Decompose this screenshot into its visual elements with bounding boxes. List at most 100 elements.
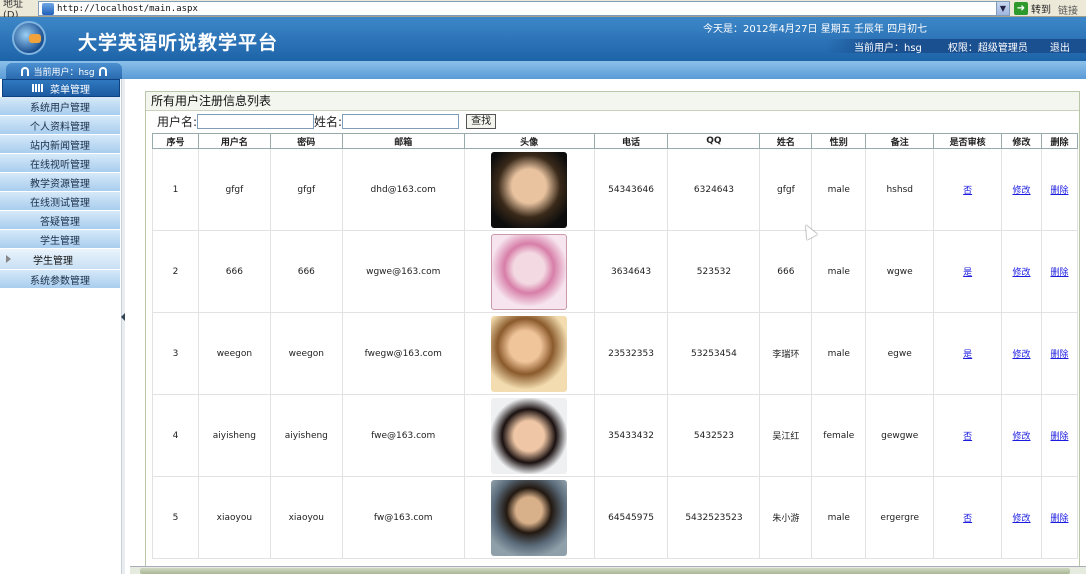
site-logo — [12, 21, 46, 55]
delete-link[interactable]: 删除 — [1050, 350, 1068, 360]
cell-edit: 修改 — [1001, 394, 1042, 477]
sidebar-item-profile[interactable]: 个人资料管理 — [0, 116, 120, 135]
cell-note: gewgwe — [865, 394, 935, 477]
cell-username: xiaoyou — [197, 476, 271, 559]
audit-link[interactable]: 否 — [963, 514, 972, 524]
cell-no: 3 — [152, 312, 199, 395]
sidebar-item-audio-video[interactable]: 在线视听管理 — [0, 154, 120, 173]
site-header: 大学英语听说教学平台 今天是：2012年4月27日 星期五 壬辰年 四月初七 当… — [0, 17, 1086, 61]
search-bar: 用户名: 姓名: 查找 — [146, 111, 1079, 132]
delete-link[interactable]: 删除 — [1050, 432, 1068, 442]
cell-edit: 修改 — [1001, 312, 1042, 395]
column-header: QQ — [667, 133, 761, 149]
go-button[interactable]: ➜ 转到 — [1014, 1, 1054, 16]
cell-note: ergergre — [865, 476, 935, 559]
cell-email: wgwe@163.com — [341, 230, 465, 313]
links-button[interactable]: 链接 — [1058, 2, 1078, 17]
menu-title[interactable]: 菜单管理 — [2, 79, 120, 97]
column-header: 是否审核 — [933, 133, 1003, 149]
address-bar: 地址(D) http://localhost/main.aspx ▼ ➜ 转到 … — [0, 0, 1086, 21]
username-label: 用户名: — [157, 115, 198, 129]
table-row: 1 gfgf gfgf dhd@163.com 54343646 6324643… — [152, 148, 1079, 231]
column-header: 电话 — [593, 133, 669, 149]
sidebar-item-students[interactable]: 学生管理 — [0, 230, 120, 249]
cell-avatar — [463, 312, 595, 395]
cell-phone: 35433432 — [593, 394, 669, 477]
edit-link[interactable]: 修改 — [1013, 350, 1031, 360]
cell-delete: 删除 — [1040, 148, 1079, 231]
cell-name: 李瑞环 — [759, 312, 813, 395]
delete-link[interactable]: 删除 — [1050, 268, 1068, 278]
cell-edit: 修改 — [1001, 148, 1042, 231]
cell-avatar — [463, 394, 595, 477]
edit-link[interactable]: 修改 — [1013, 268, 1031, 278]
cell-avatar — [463, 230, 595, 313]
edit-link[interactable]: 修改 — [1013, 514, 1031, 524]
edit-link[interactable]: 修改 — [1013, 186, 1031, 196]
cell-password: xiaoyou — [269, 476, 343, 559]
cell-delete: 删除 — [1040, 230, 1079, 313]
sidebar-item-system-users[interactable]: 系统用户管理 — [0, 97, 120, 116]
chevron-right-icon — [6, 255, 11, 263]
scrollbar-thumb[interactable] — [140, 568, 1070, 574]
sidebar-item-online-test[interactable]: 在线测试管理 — [0, 192, 120, 211]
cell-email: fwegw@163.com — [341, 312, 465, 395]
cell-email: fw@163.com — [341, 476, 465, 559]
address-input[interactable]: http://localhost/main.aspx ▼ — [38, 1, 1010, 16]
cell-avatar — [463, 148, 595, 231]
audit-link[interactable]: 是 — [963, 350, 972, 360]
date-text: 今天是：2012年4月27日 星期五 壬辰年 四月初七 — [703, 24, 928, 35]
cell-gender: male — [811, 312, 867, 395]
address-url[interactable]: http://localhost/main.aspx — [57, 4, 198, 14]
sidebar-item-parameters[interactable]: 系统参数管理 — [0, 270, 120, 289]
cell-qq: 523532 — [667, 230, 761, 313]
cell-username: 666 — [197, 230, 271, 313]
edit-link[interactable]: 修改 — [1013, 432, 1031, 442]
sidebar-item-students-active[interactable]: 学生管理 — [0, 249, 120, 270]
cell-phone: 64545975 — [593, 476, 669, 559]
cell-audited: 否 — [933, 476, 1003, 559]
search-button[interactable]: 查找 — [466, 114, 497, 129]
avatar — [491, 479, 568, 556]
username-search-input[interactable] — [197, 114, 315, 129]
cell-username: aiyisheng — [197, 394, 271, 477]
chevron-down-icon[interactable]: ▼ — [996, 2, 1009, 15]
sidebar-item-news[interactable]: 站内新闻管理 — [0, 135, 120, 154]
audit-link[interactable]: 否 — [963, 432, 972, 442]
cell-gender: female — [811, 394, 867, 477]
sidebar-item-qa[interactable]: 答疑管理 — [0, 211, 120, 230]
column-header: 姓名 — [759, 133, 813, 149]
horizontal-scrollbar[interactable] — [130, 566, 1086, 574]
cell-password: aiyisheng — [269, 394, 343, 477]
audit-link[interactable]: 是 — [963, 268, 972, 278]
column-header: 密码 — [269, 133, 343, 149]
cell-password: 666 — [269, 230, 343, 313]
avatar — [491, 233, 568, 310]
name-search-input[interactable] — [342, 114, 460, 129]
sidebar-current-user-label: 当前用户：hsg — [33, 67, 95, 78]
main-content: 所有用户注册信息列表 用户名: 姓名: 查找 序号 用户名 密码 邮箱 头像 电… — [130, 79, 1086, 574]
cell-no: 1 — [152, 148, 199, 231]
logout-link[interactable]: 退出 — [1050, 39, 1070, 54]
cell-phone: 54343646 — [593, 148, 669, 231]
cell-note: egwe — [865, 312, 935, 395]
table-header-row: 序号 用户名 密码 邮箱 头像 电话 QQ 姓名 性别 备注 是否审核 修改 删… — [152, 133, 1079, 149]
cell-delete: 删除 — [1040, 394, 1079, 477]
sidebar-item-resources[interactable]: 教学资源管理 — [0, 173, 120, 192]
delete-link[interactable]: 删除 — [1050, 514, 1068, 524]
avatar — [491, 151, 568, 228]
sidebar: 当前用户：hsg 菜单管理 系统用户管理 个人资料管理 站内新闻管理 在线视听管… — [0, 63, 124, 574]
user-list-panel: 所有用户注册信息列表 用户名: 姓名: 查找 序号 用户名 密码 邮箱 头像 电… — [145, 91, 1080, 574]
sidebar-current-user: 当前用户：hsg — [6, 63, 122, 79]
go-label: 转到 — [1031, 5, 1051, 16]
column-header: 修改 — [1001, 133, 1042, 149]
table-row: 5 xiaoyou xiaoyou fw@163.com 64545975 54… — [152, 476, 1079, 559]
current-user-text: 当前用户：hsg — [854, 42, 922, 54]
delete-link[interactable]: 删除 — [1050, 186, 1068, 196]
avatar — [491, 315, 568, 392]
cell-qq: 5432523 — [667, 394, 761, 477]
collapse-arrow-icon[interactable] — [121, 313, 125, 321]
column-header: 用户名 — [197, 133, 271, 149]
audit-link[interactable]: 否 — [963, 186, 972, 196]
sidebar-splitter[interactable] — [121, 79, 125, 574]
